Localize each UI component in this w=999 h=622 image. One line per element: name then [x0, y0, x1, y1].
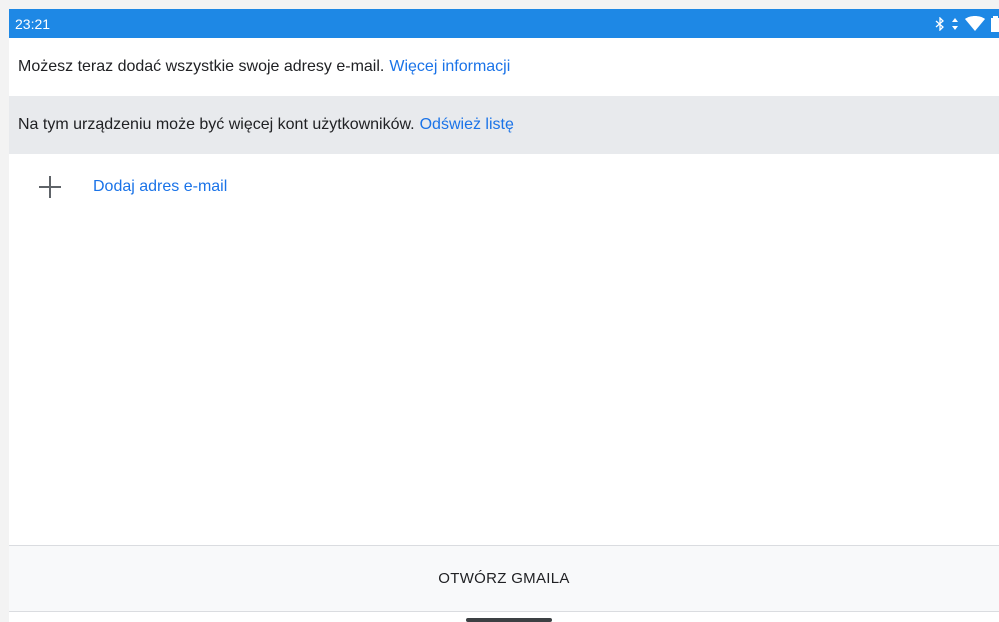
add-email-label: Dodaj adres e-mail: [93, 178, 228, 195]
data-arrows-icon: [951, 17, 959, 31]
info-row: Możesz teraz dodać wszystkie swoje adres…: [9, 38, 999, 96]
info-text: Możesz teraz dodać wszystkie swoje adres…: [18, 58, 385, 75]
battery-icon: [991, 15, 999, 32]
bottom-bar: OTWÓRZ GMAILA: [9, 545, 999, 612]
notice-text: Na tym urządzeniu może być więcej kont u…: [18, 116, 415, 133]
status-time: 23:21: [15, 15, 51, 32]
more-info-link[interactable]: Więcej informacji: [389, 58, 510, 76]
screen: 23:21 Możesz teraz dodać wszystkie swoje…: [9, 9, 999, 622]
refresh-list-link[interactable]: Odśwież listę: [420, 116, 514, 134]
status-bar: 23:21: [9, 9, 999, 38]
bluetooth-icon: [935, 16, 945, 31]
notice-row: Na tym urządzeniu może być więcej kont u…: [9, 96, 999, 154]
add-email-button[interactable]: Dodaj adres e-mail: [9, 154, 999, 220]
plus-icon: [39, 176, 61, 198]
wifi-icon: [965, 15, 985, 32]
navigation-handle[interactable]: [466, 618, 552, 622]
open-gmail-button[interactable]: OTWÓRZ GMAILA: [418, 560, 589, 597]
status-icons: [935, 9, 999, 38]
